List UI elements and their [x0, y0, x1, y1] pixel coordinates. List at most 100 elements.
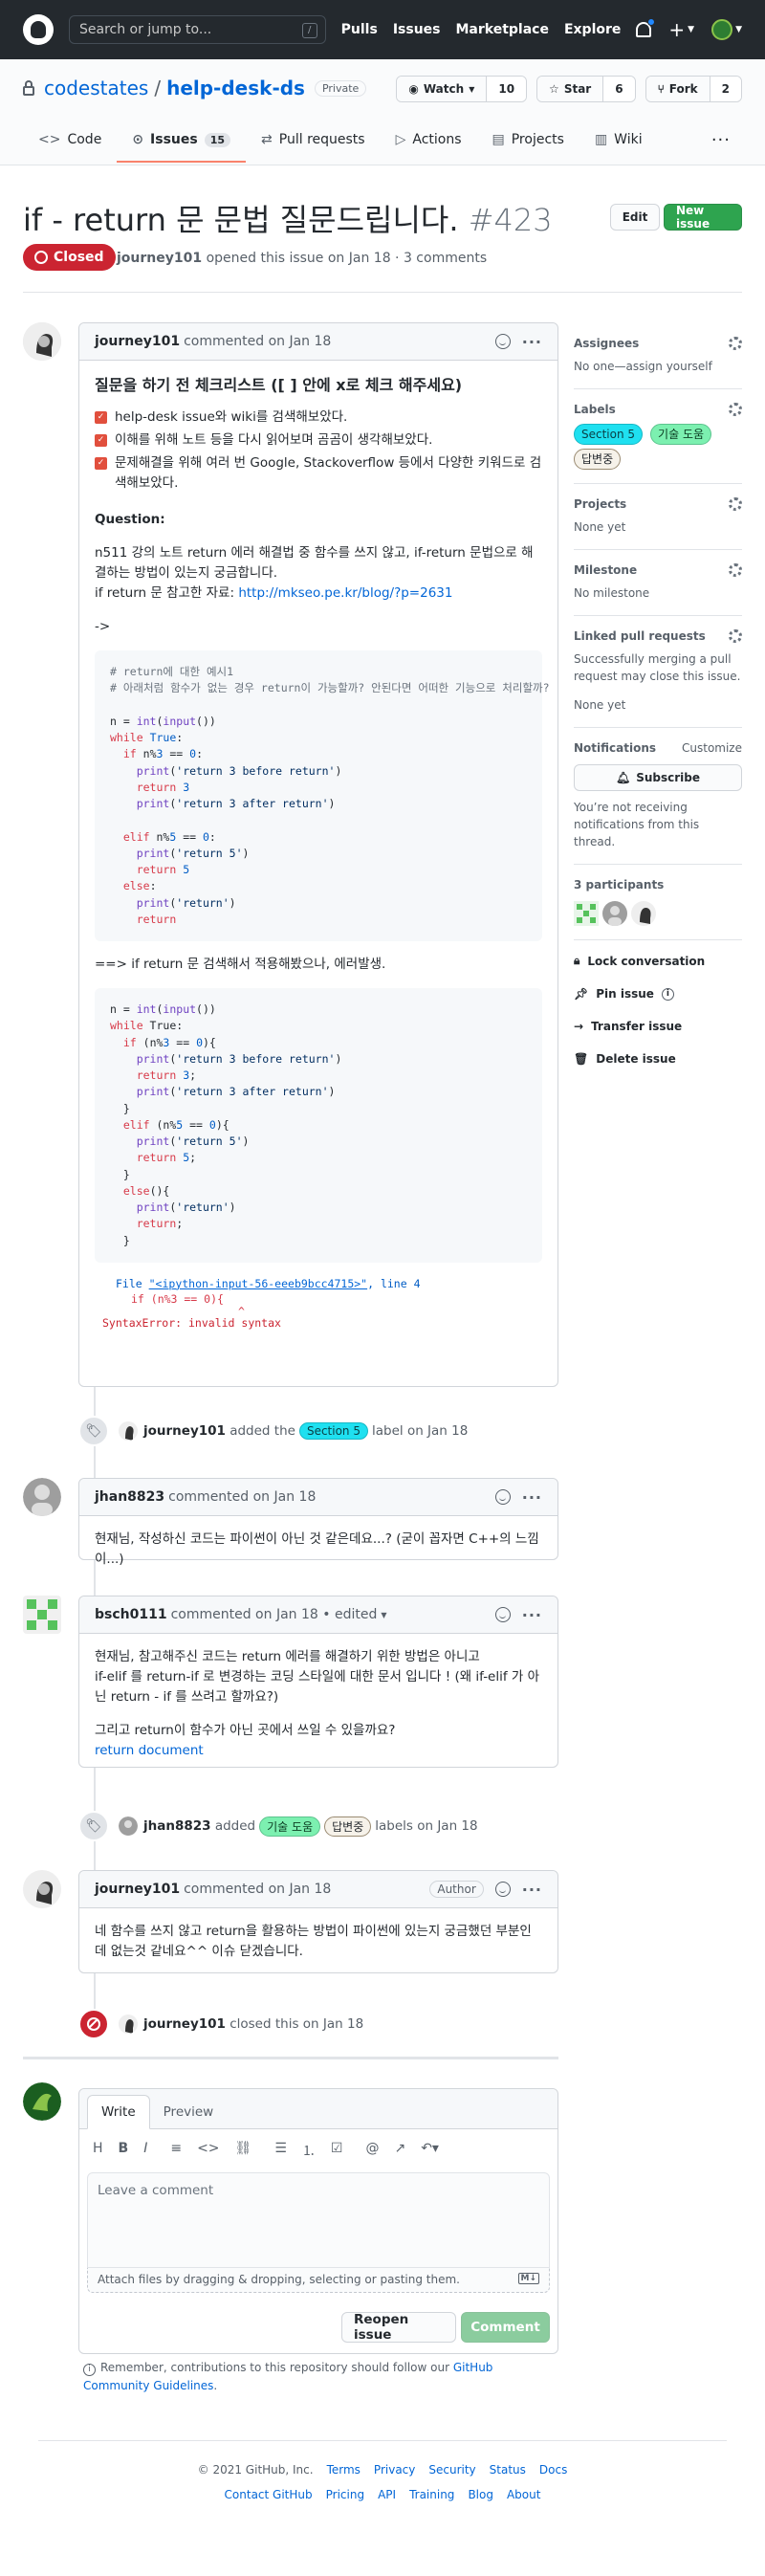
footer-link-security[interactable]: Security: [428, 2463, 475, 2477]
task-list-icon[interactable]: ☑: [331, 2141, 343, 2160]
lock-conversation-link[interactable]: 🔒︎ Lock conversation: [574, 954, 742, 968]
reference-link[interactable]: http://mkseo.pe.kr/blog/?p=2631: [238, 585, 452, 601]
milestone-section[interactable]: Milestone: [574, 563, 742, 577]
edit-button[interactable]: Edit: [610, 204, 660, 231]
avatar[interactable]: [119, 2015, 138, 2034]
comment-textarea[interactable]: Leave a comment: [87, 2172, 550, 2268]
avatar[interactable]: [602, 901, 627, 926]
comment-author[interactable]: jhan8823: [95, 1489, 164, 1505]
footer-link-blog[interactable]: Blog: [468, 2488, 493, 2501]
fork-button[interactable]: ⑂ Fork: [645, 77, 710, 101]
attach-files-hint[interactable]: Attach files by dragging & dropping, sel…: [87, 2268, 550, 2293]
nav-explore[interactable]: Explore: [564, 22, 621, 37]
more-tabs-icon[interactable]: ···: [711, 130, 731, 150]
footer-link-status[interactable]: Status: [490, 2463, 526, 2477]
event-author[interactable]: journey101: [143, 1423, 226, 1439]
nav-marketplace[interactable]: Marketplace: [455, 22, 548, 37]
transfer-issue-link[interactable]: → Transfer issue: [574, 1020, 742, 1033]
footer-link-privacy[interactable]: Privacy: [374, 2463, 415, 2477]
link-icon[interactable]: ⛓︎: [235, 2141, 252, 2160]
footer-link-docs[interactable]: Docs: [539, 2463, 567, 2477]
tab-pull-requests[interactable]: ⇄ Pull requests: [246, 121, 381, 161]
emoji-reaction-icon[interactable]: [494, 1607, 511, 1622]
github-logo-icon[interactable]: [23, 14, 54, 45]
footer-link-pricing[interactable]: Pricing: [326, 2488, 364, 2501]
footer-link-about[interactable]: About: [507, 2488, 540, 2501]
label-answering[interactable]: 답변중: [574, 449, 622, 470]
tab-projects[interactable]: ▤ Projects: [477, 121, 579, 161]
emoji-reaction-icon[interactable]: [494, 1882, 511, 1897]
gear-icon[interactable]: [729, 563, 742, 577]
nav-issues[interactable]: Issues: [393, 22, 441, 37]
tab-issues[interactable]: ⊙ Issues 15: [117, 121, 247, 163]
search-input[interactable]: Search or jump to... /: [69, 15, 326, 44]
gear-icon[interactable]: [729, 337, 742, 350]
assignees-value[interactable]: No one—assign yourself: [574, 358, 742, 375]
label-answering[interactable]: 답변중: [324, 1816, 372, 1837]
italic-icon[interactable]: I: [143, 2141, 147, 2160]
reply-icon[interactable]: ↶▾: [421, 2141, 439, 2160]
user-menu[interactable]: ▼: [711, 19, 742, 40]
tab-preview[interactable]: Preview: [150, 2096, 228, 2128]
pin-issue-link[interactable]: 📌︎ Pin issue i: [574, 987, 742, 1001]
repo-owner-link[interactable]: codestates: [44, 77, 148, 99]
gear-icon[interactable]: [729, 403, 742, 416]
delete-issue-link[interactable]: 🗑︎ Delete issue: [574, 1052, 742, 1066]
avatar[interactable]: [23, 322, 61, 361]
comment-author[interactable]: bsch0111: [95, 1607, 167, 1622]
fork-count[interactable]: 2: [710, 77, 741, 101]
watch-count[interactable]: 10: [487, 77, 527, 101]
footer-link-training[interactable]: Training: [409, 2488, 454, 2501]
bulleted-list-icon[interactable]: ☰: [274, 2141, 287, 2160]
notification-bell-icon[interactable]: [636, 18, 656, 37]
chevron-down-icon[interactable]: ▼: [381, 1611, 386, 1619]
tab-wiki[interactable]: ▥ Wiki: [579, 121, 658, 161]
star-count[interactable]: 6: [603, 77, 635, 101]
label-section-5[interactable]: Section 5: [298, 1422, 368, 1440]
avatar[interactable]: [119, 1421, 138, 1441]
return-document-link[interactable]: return document: [95, 1743, 204, 1758]
label-section-5[interactable]: Section 5: [574, 424, 644, 445]
footer-link-api[interactable]: API: [378, 2488, 396, 2501]
avatar[interactable]: [574, 901, 599, 926]
comment-author[interactable]: journey101: [95, 1882, 180, 1897]
event-author[interactable]: journey101: [143, 2016, 226, 2032]
watch-button[interactable]: ◉ Watch ▼: [397, 77, 488, 101]
quote-icon[interactable]: ≡: [170, 2141, 182, 2160]
gear-icon[interactable]: [729, 629, 742, 643]
tab-code[interactable]: <> Code: [23, 121, 117, 161]
more-options-icon[interactable]: ···: [522, 333, 542, 351]
avatar[interactable]: [23, 1596, 61, 1634]
reopen-issue-button[interactable]: Reopen issue: [341, 2312, 456, 2343]
create-new-menu[interactable]: + ▼: [668, 18, 694, 41]
more-options-icon[interactable]: ···: [522, 1606, 542, 1624]
tab-write[interactable]: Write: [87, 2095, 150, 2129]
linked-prs-section[interactable]: Linked pull requests: [574, 629, 742, 643]
comment-author[interactable]: journey101: [95, 334, 180, 349]
comment-meta[interactable]: commented on Jan 18 • edited: [171, 1607, 378, 1622]
avatar[interactable]: [23, 1478, 61, 1516]
assignees-section[interactable]: Assignees: [574, 337, 742, 350]
tab-actions[interactable]: ▷ Actions: [381, 121, 477, 161]
footer-link-terms[interactable]: Terms: [327, 2463, 361, 2477]
code-icon[interactable]: <>: [197, 2141, 219, 2160]
avatar[interactable]: [119, 1816, 138, 1836]
projects-section[interactable]: Projects: [574, 497, 742, 511]
subscribe-button[interactable]: 🔔︎ Subscribe: [574, 764, 742, 791]
emoji-reaction-icon[interactable]: [494, 1489, 511, 1505]
footer-link-contact[interactable]: Contact GitHub: [225, 2488, 313, 2501]
avatar[interactable]: [23, 1870, 61, 1908]
bold-icon[interactable]: B: [119, 2141, 129, 2160]
star-button[interactable]: ☆ Star: [537, 77, 604, 101]
issue-author[interactable]: journey101: [117, 251, 202, 266]
heading-icon[interactable]: H: [93, 2141, 103, 2160]
emoji-reaction-icon[interactable]: [494, 334, 511, 349]
more-options-icon[interactable]: ···: [522, 1488, 542, 1507]
more-options-icon[interactable]: ···: [522, 1881, 542, 1899]
avatar[interactable]: [23, 2082, 61, 2121]
labels-section[interactable]: Labels: [574, 403, 742, 416]
mention-icon[interactable]: @: [365, 2141, 379, 2160]
nav-pulls[interactable]: Pulls: [341, 22, 378, 37]
repo-name-link[interactable]: help-desk-ds: [166, 77, 305, 99]
label-help[interactable]: 기술 도움: [650, 424, 712, 445]
